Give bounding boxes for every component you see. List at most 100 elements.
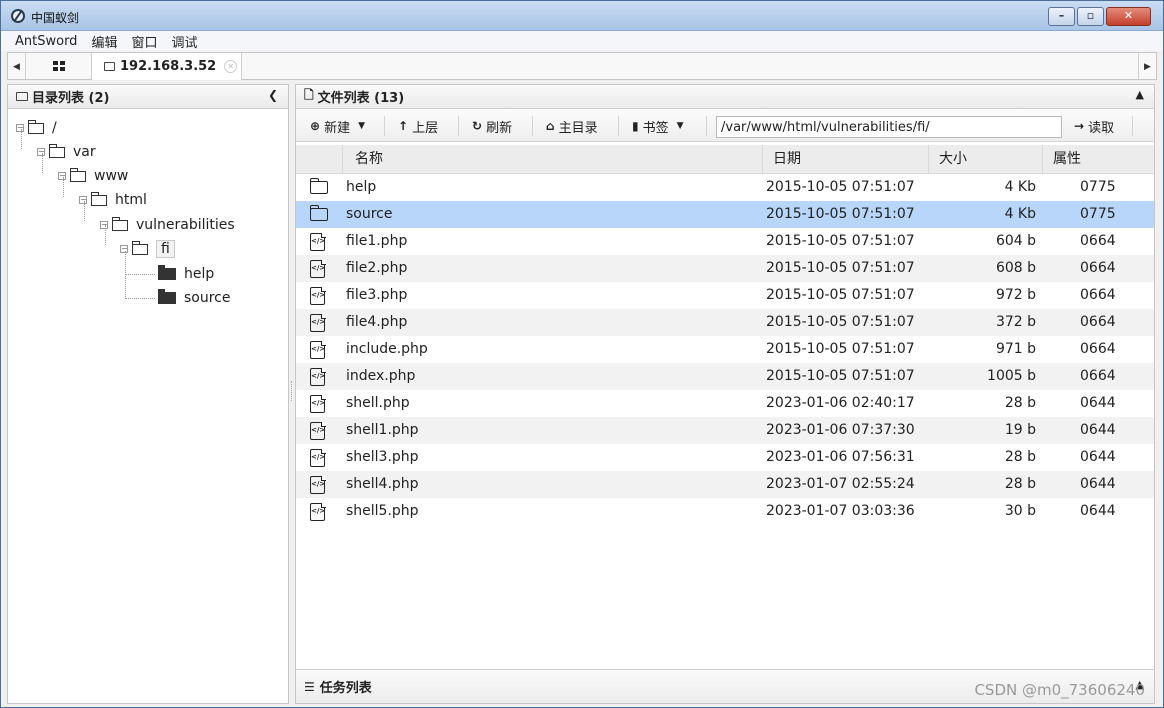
folder-icon [112,216,128,231]
tree-node-var[interactable]: − var [37,142,96,162]
column-header-name[interactable]: 名称 [342,145,762,174]
column-header-date[interactable]: 日期 [762,145,928,174]
file-size: 28 b [1004,476,1036,492]
file-row[interactable]: </> include.php 2015-10-05 07:51:07 971 b 06… [296,336,1154,363]
file-row[interactable]: </> file1.php 2015-10-05 07:51:07 604 b 0664 [296,228,1154,255]
collapse-node-icon[interactable]: − [37,148,45,156]
file-attr: 0775 [1080,179,1116,195]
column-header-attr[interactable]: 属性 [1042,145,1154,174]
tree-node-help[interactable]: help [158,264,214,284]
title-bar: 中国蚁剑 – ▫ ✕ [1,1,1163,31]
folder-icon [70,167,86,182]
file-attr: 0644 [1080,449,1116,465]
file-date: 2015-10-05 07:51:07 [766,233,915,249]
folder-icon [104,62,115,71]
file-name: shell.php [346,395,410,411]
file-attr: 0664 [1080,233,1116,249]
file-name: help [346,179,377,195]
directory-panel: 目录列表 (2) ❮ − / − var − www − html − vuln… [7,84,289,704]
file-row[interactable]: </> shell1.php 2023-01-06 07:37:30 19 b 0644 [296,417,1154,444]
file-name: shell3.php [346,449,419,465]
menu-antsword[interactable]: AntSword [15,34,77,49]
collapse-up-icon[interactable]: ▲ [1136,88,1144,101]
minimize-button[interactable]: – [1048,7,1075,26]
maximize-button[interactable]: ▫ [1077,7,1104,26]
list-icon: ☰ [304,679,315,694]
file-type-cell: </> [310,286,326,305]
collapse-left-icon[interactable]: ❮ [268,88,278,102]
file-name: shell4.php [346,476,419,492]
collapse-node-icon[interactable]: − [58,172,66,180]
file-row[interactable]: </> shell4.php 2023-01-07 02:55:24 28 b 0644 [296,471,1154,498]
watermark-text: CSDN @m0_73606240 [974,681,1145,699]
code-file-icon: </> [310,448,326,467]
folder-icon [309,178,328,194]
file-panel: 🗋 文件列表 (13) ▲ ⊕ 新建 ▼ ↑ 上层 ↻ 刷新 ⌂ 主目录 ▮ 书… [295,84,1155,704]
read-path-label: 读取 [1088,120,1115,136]
tree-node-label: source [184,290,231,306]
close-button[interactable]: ✕ [1106,7,1151,26]
tree-node-html[interactable]: − html [79,190,147,210]
file-icon: 🗋 [304,88,314,102]
tree-node-www[interactable]: − www [58,166,128,186]
file-attr: 0664 [1080,368,1116,384]
file-type-cell: </> [310,367,326,386]
tab-scroll-right-button[interactable]: ▶ [1138,53,1156,79]
file-row[interactable]: </> file2.php 2015-10-05 07:51:07 608 b 0664 [296,255,1154,282]
new-button-label: 新建 [324,120,351,136]
up-level-button[interactable]: ↑ 上层 [398,116,438,136]
file-row[interactable]: </> shell3.php 2023-01-06 07:56:31 28 b 0644 [296,444,1154,471]
file-date: 2023-01-06 07:56:31 [766,449,915,465]
file-name: file2.php [346,260,408,276]
antsword-logo-icon [11,9,25,23]
file-date: 2015-10-05 07:51:07 [766,206,915,222]
tab-shell-session[interactable]: 192.168.3.52 ✕ [92,53,242,80]
file-type-cell: </> [310,340,326,359]
file-row[interactable]: </> shell.php 2023-01-06 02:40:17 28 b 0644 [296,390,1154,417]
path-input[interactable] [716,116,1062,138]
home-dir-button[interactable]: ⌂ 主目录 [546,116,598,136]
panel-resize-handle[interactable] [291,381,294,401]
code-file-icon: </> [310,394,326,413]
tree-node-root[interactable]: − / [16,118,57,138]
menu-debug[interactable]: 调试 [171,32,197,51]
file-panel-header: 🗋 文件列表 (13) ▲ [296,85,1154,109]
file-row[interactable]: </> shell5.php 2023-01-07 03:03:36 30 b 0644 [296,498,1154,525]
refresh-button[interactable]: ↻ 刷新 [472,116,512,136]
tree-node-fi[interactable]: − fi [120,239,175,259]
close-icon: ✕ [1123,9,1134,22]
file-row[interactable]: source 2015-10-05 07:51:07 4 Kb 0775 [296,201,1154,228]
read-path-button[interactable]: → 读取 [1074,116,1114,136]
new-button[interactable]: ⊕ 新建 ▼ [310,116,365,136]
collapse-node-icon[interactable]: − [120,245,128,253]
file-panel-title: 文件列表 (13) [317,91,405,106]
collapse-node-icon[interactable]: − [16,124,24,132]
file-size: 971 b [995,341,1036,357]
tree-node-label: help [184,266,215,282]
tab-scroll-left-button[interactable]: ◀ [8,53,26,79]
tab-close-icon[interactable]: ✕ [224,60,238,73]
file-row[interactable]: </> file4.php 2015-10-05 07:51:07 372 b 0664 [296,309,1154,336]
file-row[interactable]: </> file3.php 2015-10-05 07:51:07 972 b 0664 [296,282,1154,309]
chevron-down-icon: ▼ [358,121,365,131]
tree-node-source[interactable]: source [158,288,231,308]
file-date: 2015-10-05 07:51:07 [766,287,915,303]
tab-label: 192.168.3.52 [120,59,217,74]
file-name: include.php [346,341,428,357]
column-header-size[interactable]: 大小 [928,145,1042,174]
file-attr: 0664 [1080,314,1116,330]
collapse-node-icon[interactable]: − [100,221,108,229]
file-row[interactable]: </> index.php 2015-10-05 07:51:07 1005 b 066… [296,363,1154,390]
bookmark-button[interactable]: ▮ 书签 ▼ [632,116,684,136]
window-controls: – ▫ ✕ [1048,7,1151,26]
file-size: 19 b [1004,422,1036,438]
menu-window[interactable]: 窗口 [131,32,157,51]
collapse-node-icon[interactable]: − [79,196,87,204]
plus-circle-icon: ⊕ [310,119,321,133]
menu-edit[interactable]: 编辑 [91,32,117,51]
tree-node-vulnerabilities[interactable]: − vulnerabilities [100,215,235,235]
file-row[interactable]: help 2015-10-05 07:51:07 4 Kb 0775 [296,174,1154,201]
folder-icon [49,143,65,158]
tab-home[interactable] [26,53,92,79]
file-attr: 0664 [1080,260,1116,276]
